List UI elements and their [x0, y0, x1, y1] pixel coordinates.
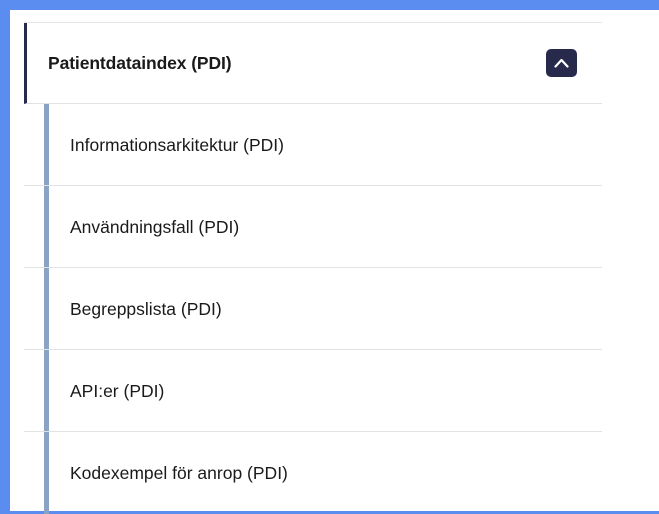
nav-section-title[interactable]: Patientdataindex (PDI): [48, 23, 232, 103]
nav-item-anvandningsfall[interactable]: Användningsfall (PDI): [24, 186, 602, 268]
nav-item-informationsarkitektur[interactable]: Informationsarkitektur (PDI): [24, 104, 602, 186]
nav-item-indicator: [44, 432, 49, 514]
collapse-button[interactable]: [546, 49, 577, 77]
sidebar-navigation: Patientdataindex (PDI) Informationsarkit…: [24, 22, 602, 514]
nav-item-indicator: [44, 104, 49, 185]
nav-item-apier[interactable]: API:er (PDI): [24, 350, 602, 432]
nav-item-begreppslista[interactable]: Begreppslista (PDI): [24, 268, 602, 350]
content-panel: Patientdataindex (PDI) Informationsarkit…: [10, 10, 659, 514]
nav-item-label[interactable]: Begreppslista (PDI): [70, 268, 222, 350]
nav-item-indicator: [44, 350, 49, 431]
nav-item-label[interactable]: Informationsarkitektur (PDI): [70, 104, 284, 186]
chevron-up-icon: [554, 58, 569, 68]
nav-item-label[interactable]: Användningsfall (PDI): [70, 186, 239, 268]
nav-item-indicator: [44, 186, 49, 267]
nav-sub-list: Informationsarkitektur (PDI) Användnings…: [24, 104, 602, 514]
nav-section-header[interactable]: Patientdataindex (PDI): [24, 23, 602, 104]
nav-item-label[interactable]: Kodexempel för anrop (PDI): [70, 432, 288, 514]
nav-item-indicator: [44, 268, 49, 349]
nav-item-label[interactable]: API:er (PDI): [70, 350, 164, 432]
nav-item-kodexempel[interactable]: Kodexempel för anrop (PDI): [24, 432, 602, 514]
